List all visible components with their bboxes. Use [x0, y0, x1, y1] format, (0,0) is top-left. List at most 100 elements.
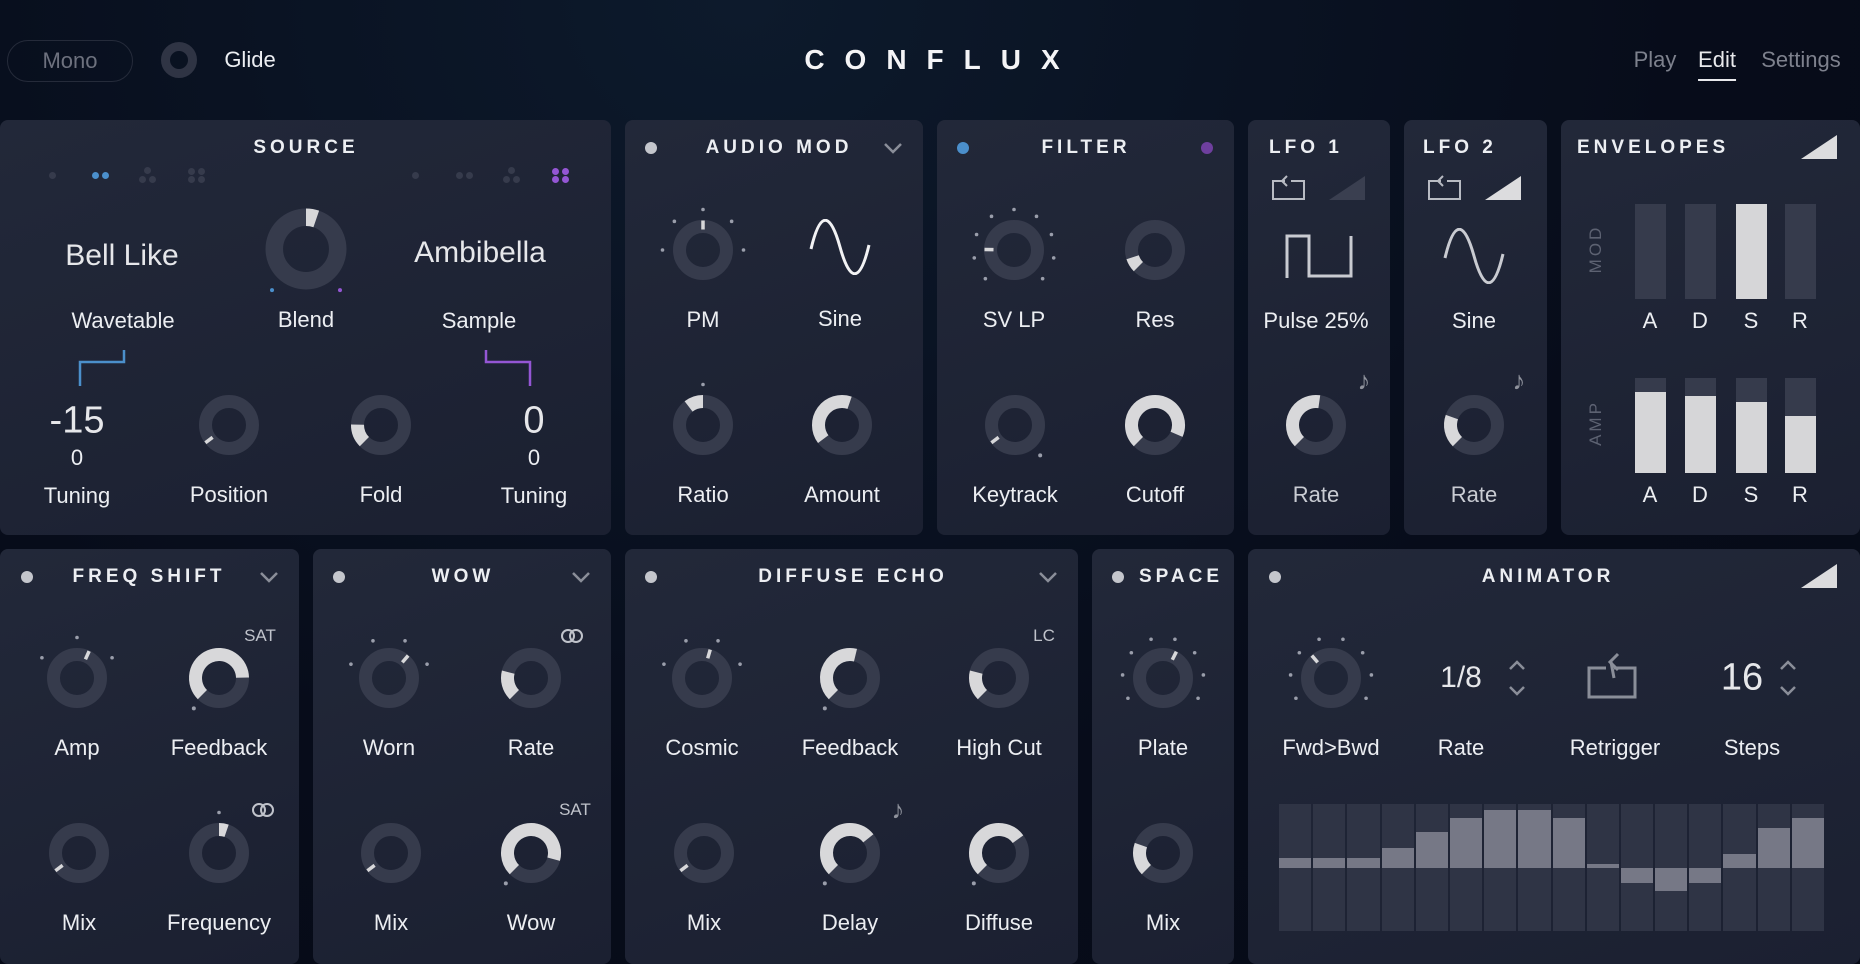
lfo2-shape-label[interactable]: Sine: [1452, 308, 1496, 334]
diffuse-knob[interactable]: [949, 803, 1049, 903]
sequencer-step-6[interactable]: [1449, 804, 1483, 931]
chevron-down-icon[interactable]: [1038, 571, 1058, 583]
left-tuning-fine[interactable]: 0: [71, 445, 83, 471]
cutoff-knob[interactable]: [1105, 375, 1205, 475]
freq-shift-power-toggle[interactable]: [21, 571, 33, 583]
diffuse-echo-power-toggle[interactable]: [645, 571, 657, 583]
animator-power-toggle[interactable]: [1269, 571, 1281, 583]
retrigger-icon[interactable]: [1271, 173, 1307, 201]
steps-value[interactable]: 16: [1721, 657, 1763, 700]
lfo1-shape-label[interactable]: Pulse 25%: [1263, 308, 1368, 334]
amp-stage-R-slider[interactable]: [1785, 378, 1816, 473]
amp-stage-A-slider[interactable]: [1635, 378, 1666, 473]
sequencer-step-9[interactable]: [1552, 804, 1585, 931]
wow-amount-knob[interactable]: [481, 803, 581, 903]
amp-stage-D-slider[interactable]: [1685, 378, 1716, 473]
voice-count-option-3[interactable]: [137, 165, 157, 185]
wow-mix-knob[interactable]: [341, 803, 441, 903]
chevron-down-icon[interactable]: [883, 142, 903, 154]
mod-stage-S-slider[interactable]: [1736, 204, 1767, 299]
sequencer-step-3[interactable]: [1347, 804, 1380, 931]
amount-knob[interactable]: [792, 375, 892, 475]
high-cut-knob[interactable]: [949, 628, 1049, 728]
right-source-type[interactable]: Sample: [442, 308, 517, 334]
sine-wave-icon[interactable]: [808, 219, 872, 275]
mod-stage-D-slider[interactable]: [1685, 204, 1716, 299]
rate-value[interactable]: 1/8: [1440, 661, 1482, 695]
tab-settings[interactable]: Settings: [1761, 47, 1841, 73]
ratio-knob[interactable]: [653, 375, 753, 475]
audio-mod-power-toggle[interactable]: [645, 142, 657, 154]
sequencer-step-13[interactable]: [1689, 804, 1722, 931]
left-source-name[interactable]: Bell Like: [65, 239, 178, 273]
sequencer-step-8[interactable]: [1518, 804, 1551, 931]
retrigger-icon[interactable]: [1427, 173, 1463, 201]
ramp-icon[interactable]: [1799, 132, 1839, 160]
lfo2-rate-knob[interactable]: [1424, 375, 1524, 475]
sequencer-step-16[interactable]: [1791, 804, 1824, 931]
sequencer-step-14[interactable]: [1723, 804, 1756, 931]
ramp-icon[interactable]: [1483, 173, 1523, 201]
voice-count-option-4[interactable]: [186, 165, 206, 185]
space-power-toggle[interactable]: [1112, 571, 1124, 583]
ramp-icon[interactable]: [1799, 561, 1839, 589]
echo-mix-knob[interactable]: [654, 803, 754, 903]
mix-knob[interactable]: [29, 803, 129, 903]
rate-stepper-icon[interactable]: [1507, 657, 1527, 699]
mono-button[interactable]: Mono: [7, 40, 133, 82]
glide-toggle[interactable]: [161, 42, 197, 78]
sequencer-step-15[interactable]: [1757, 804, 1790, 931]
fold-knob[interactable]: [331, 375, 431, 475]
left-source-type[interactable]: Wavetable: [71, 308, 174, 334]
wow-rate-knob[interactable]: [481, 628, 581, 728]
retrigger-icon[interactable]: [1586, 650, 1638, 700]
plate-knob[interactable]: [1113, 628, 1213, 728]
position-knob[interactable]: [179, 375, 279, 475]
steps-stepper-icon[interactable]: [1778, 657, 1798, 699]
tab-play[interactable]: Play: [1634, 47, 1677, 73]
wave-label[interactable]: Sine: [818, 306, 862, 332]
keytrack-knob[interactable]: [965, 375, 1065, 475]
feedback-knob[interactable]: [169, 628, 269, 728]
blend-knob[interactable]: [239, 182, 374, 317]
sv-lp-knob[interactable]: [964, 200, 1064, 300]
voice-count-option-1[interactable]: [405, 165, 425, 185]
worn-knob[interactable]: [339, 628, 439, 728]
pm-knob[interactable]: [653, 200, 753, 300]
sequencer-step-11[interactable]: [1620, 804, 1654, 931]
sequencer-step-10[interactable]: [1586, 804, 1619, 931]
amp-stage-S-slider[interactable]: [1736, 378, 1767, 473]
voice-count-option-1[interactable]: [42, 165, 62, 185]
lfo1-rate-knob[interactable]: [1266, 375, 1366, 475]
right-tuning-fine[interactable]: 0: [528, 445, 540, 471]
mod-stage-A-slider[interactable]: [1635, 204, 1666, 299]
step-sequencer[interactable]: [1279, 804, 1824, 931]
frequency-knob[interactable]: [169, 803, 269, 903]
mod-stage-R-slider[interactable]: [1785, 204, 1816, 299]
chevron-down-icon[interactable]: [259, 571, 279, 583]
voice-count-option-4[interactable]: [550, 165, 570, 185]
filter-purple-toggle[interactable]: [1201, 142, 1213, 154]
space-mix-knob[interactable]: [1113, 803, 1213, 903]
sequencer-step-12[interactable]: [1655, 804, 1688, 931]
sequencer-step-4[interactable]: [1381, 804, 1414, 931]
sequencer-step-7[interactable]: [1484, 804, 1517, 931]
left-tuning-value[interactable]: -15: [50, 400, 105, 443]
tab-edit[interactable]: Edit: [1698, 47, 1736, 81]
delay-knob[interactable]: [800, 803, 900, 903]
voice-count-option-2[interactable]: [90, 165, 110, 185]
right-source-name[interactable]: Ambibella: [414, 236, 546, 270]
sequencer-step-1[interactable]: [1279, 804, 1312, 931]
sequencer-step-2[interactable]: [1313, 804, 1346, 931]
res-knob[interactable]: [1105, 200, 1205, 300]
wow-power-toggle[interactable]: [333, 571, 345, 583]
chevron-down-icon[interactable]: [571, 571, 591, 583]
echo-feedback-knob[interactable]: [800, 628, 900, 728]
direction-knob[interactable]: [1281, 628, 1381, 728]
ramp-icon[interactable]: [1327, 173, 1367, 201]
amp-knob[interactable]: [27, 628, 127, 728]
voice-count-option-3[interactable]: [501, 165, 521, 185]
sequencer-step-5[interactable]: [1415, 804, 1448, 931]
voice-count-option-2[interactable]: [454, 165, 474, 185]
cosmic-knob[interactable]: [652, 628, 752, 728]
